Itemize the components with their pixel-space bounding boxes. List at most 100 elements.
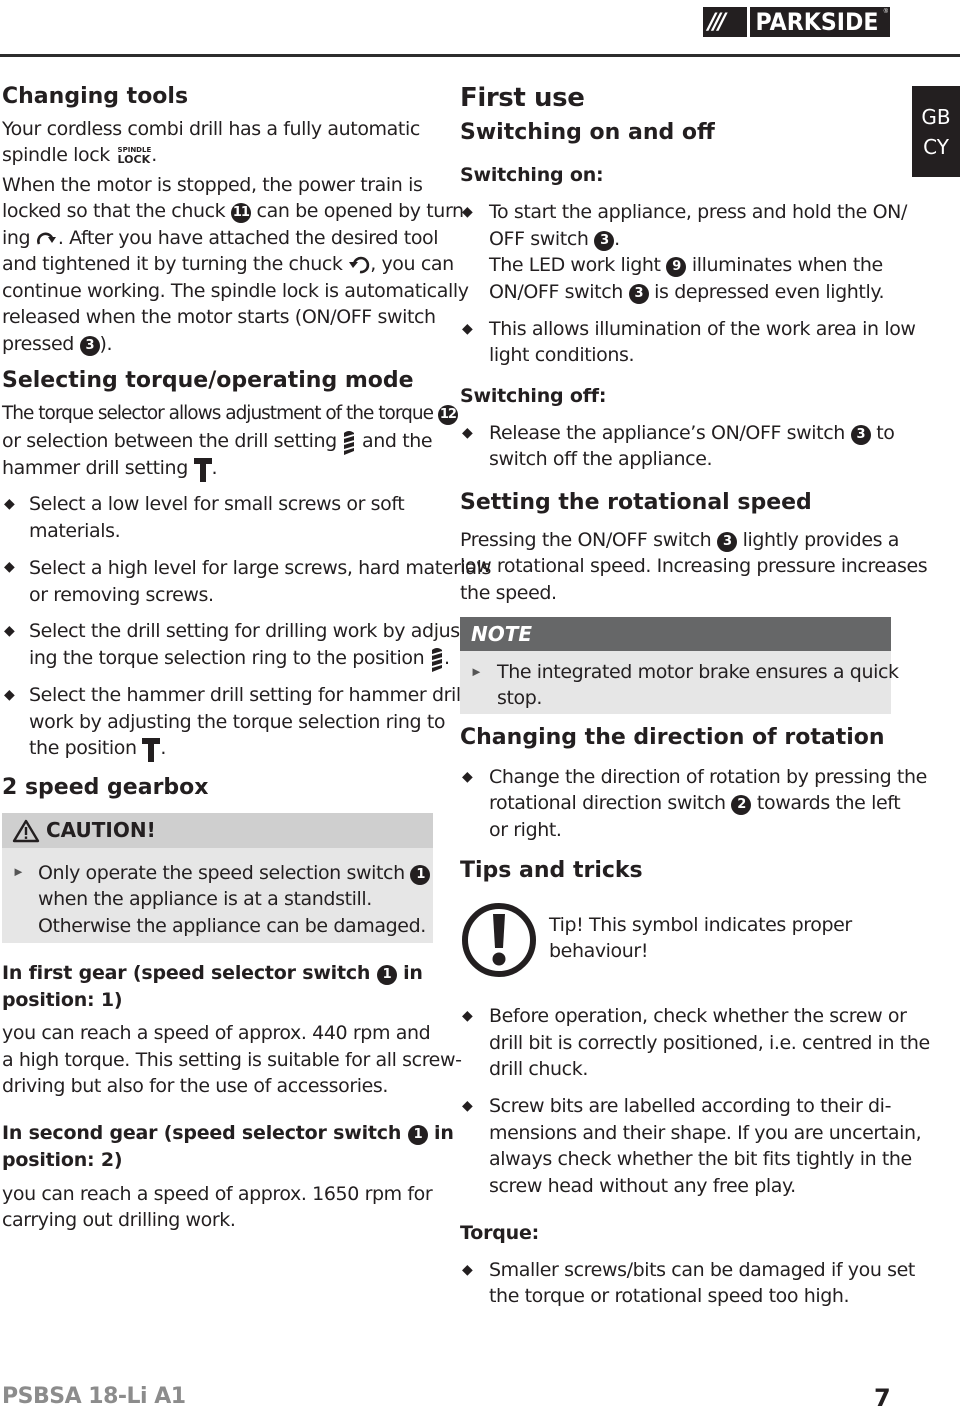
logo-brand: PARKSIDE xyxy=(755,8,879,36)
ref-number-torque: 12 xyxy=(437,405,458,425)
bullet-text: the torque or rotational speed too high. xyxy=(489,1285,850,1307)
ref-number-chuck: 11 xyxy=(230,203,251,223)
heading-rotational-speed: Setting the rotational speed xyxy=(460,490,812,515)
ref-number-speed-switch: 1 xyxy=(407,1125,428,1145)
heading-changing-tools: Changing tools xyxy=(2,84,189,109)
caution-text: Only operate the speed selection switch … xyxy=(38,860,431,887)
caution-text: Otherwise the appliance can be damaged. xyxy=(38,915,426,937)
bullet-text: Select a high level for large screws, ha… xyxy=(29,557,491,579)
text-line: Your cordless combi drill has a fully au… xyxy=(2,118,420,140)
ref-number-on-off-switch: 3 xyxy=(628,284,649,304)
bullet-text: or right. xyxy=(489,819,562,841)
heading-first-use: First use xyxy=(460,83,585,113)
caution-label: CAUTION! xyxy=(46,818,156,842)
heading-switching-on-off: Switching on and off xyxy=(460,120,715,145)
tip-text: behaviour! xyxy=(549,940,649,962)
text-line: ing . After you have attached the desire… xyxy=(2,227,439,249)
bullet-diamond-icon: ◆ xyxy=(462,1097,473,1113)
label-switching-off: Switching off: xyxy=(460,385,607,407)
caution-header: CAUTION! xyxy=(2,813,433,848)
bullet-text: light conditions. xyxy=(489,344,635,366)
ref-number-on-off-switch: 3 xyxy=(594,231,615,251)
footer-model-name: PSBSA 18-Li A1 xyxy=(2,1384,186,1409)
text-line: released when the motor starts (ON/OFF s… xyxy=(2,306,436,328)
label-switching-on: Switching on: xyxy=(460,164,604,186)
heading-tips: Tips and tricks xyxy=(460,858,643,883)
bullet-diamond-icon: ◆ xyxy=(462,320,473,336)
note-box: NOTE ► The integrated motor brake ensure… xyxy=(460,617,899,714)
rotate-clockwise-icon xyxy=(36,232,56,245)
bullet-text: rotational direction switch 2 towards th… xyxy=(489,792,901,815)
bullet-text: always check whether the bit fits tightl… xyxy=(489,1148,912,1170)
bullet-text: OFF switch 3. xyxy=(489,228,620,251)
bullet-diamond-icon: ◆ xyxy=(462,1261,473,1277)
bullet-text: Smaller screws/bits can be damaged if yo… xyxy=(489,1259,915,1281)
bullet-text: drill bit is correctly positioned, i.e. … xyxy=(489,1032,930,1054)
note-label: NOTE xyxy=(471,622,533,646)
text-line: spindle lock SPINDLE LOCK . xyxy=(2,144,157,166)
text-line: you can reach a speed of approx. 440 rpm… xyxy=(2,1022,431,1044)
heading-direction: Changing the direction of rotation xyxy=(460,725,885,750)
caution-box: CAUTION! ► Only operate the speed select… xyxy=(2,813,433,943)
spindle-lock-icon: SPINDLE LOCK xyxy=(117,146,152,166)
bullet-text: switch off the appliance. xyxy=(489,448,713,470)
drill-setting-icon xyxy=(344,430,355,455)
hammer-setting-icon xyxy=(142,737,161,762)
bullet-text: Select a low level for small screws or s… xyxy=(29,493,405,515)
exclamation-circle-icon xyxy=(462,903,536,977)
bullet-diamond-icon: ◆ xyxy=(4,495,15,511)
tip-text: Tip! This symbol indicates proper xyxy=(549,914,852,936)
text-line: a high torque. This setting is suitable … xyxy=(2,1049,462,1071)
heading-first-gear: In first gear (speed selector switch 1 i… xyxy=(2,962,423,985)
hammer-setting-icon xyxy=(193,457,212,482)
caution-text: when the appliance is at a standstill. xyxy=(38,888,372,910)
bullet-diamond-icon: ◆ xyxy=(462,1007,473,1023)
heading-gearbox: 2 speed gearbox xyxy=(2,775,209,800)
bullet-text: materials. xyxy=(29,520,121,542)
header-rule xyxy=(0,54,960,57)
bullet-text: screw head without any free play. xyxy=(489,1175,796,1197)
arrow-right-icon: ► xyxy=(470,664,483,679)
language-tab: GB CY xyxy=(912,86,960,177)
bullet-text: Select the drill setting for drilling wo… xyxy=(29,620,474,642)
ref-number-speed-switch: 1 xyxy=(376,965,397,985)
bullet-text: Change the direction of rotation by pres… xyxy=(489,766,927,788)
ref-number-speed-switch: 1 xyxy=(410,865,431,885)
ref-number-on-off-switch: 3 xyxy=(716,532,737,552)
bullet-text: The LED work light 9 illuminates when th… xyxy=(489,254,883,277)
text-line: The torque selector allows adjustment of… xyxy=(2,403,458,425)
bullet-diamond-icon: ◆ xyxy=(4,622,15,638)
bullet-text: This allows illumination of the work are… xyxy=(489,318,916,340)
registered-mark: ® xyxy=(883,9,888,15)
heading-torque-mode: Selecting torque/operating mode xyxy=(2,368,414,393)
text-line: Pressing the ON/OFF switch 3 lightly pro… xyxy=(460,529,900,552)
text-line: When the motor is stopped, the power tra… xyxy=(2,174,423,196)
ref-number-led: 9 xyxy=(666,257,687,277)
bullet-text: To start the appliance, press and hold t… xyxy=(489,201,907,223)
text-line: hammer drill setting . xyxy=(2,455,218,482)
bullet-diamond-icon: ◆ xyxy=(4,558,15,574)
arrow-right-icon: ► xyxy=(12,864,25,879)
note-text: The integrated motor brake ensures a qui… xyxy=(497,661,899,683)
text-line: and tightened it by turning the chuck , … xyxy=(2,253,454,275)
logo-slashes: /// xyxy=(708,9,726,35)
warning-triangle-icon xyxy=(12,819,40,843)
bullet-text: ON/OFF switch 3 is depressed even lightl… xyxy=(489,281,885,304)
label-torque: Torque: xyxy=(460,1222,540,1244)
bullet-text: ing the torque selection ring to the pos… xyxy=(29,645,450,672)
lang-gb: GB xyxy=(921,105,951,129)
bullet-text: Select the hammer drill setting for hamm… xyxy=(29,684,494,706)
note-header: NOTE xyxy=(460,617,891,651)
text-line: you can reach a speed of approx. 1650 rp… xyxy=(2,1183,433,1205)
ref-number-on-off-switch: 3 xyxy=(850,425,871,445)
parkside-logo: /// PARKSIDE ® xyxy=(703,7,890,37)
drill-setting-icon xyxy=(431,647,443,672)
lang-cy: CY xyxy=(923,135,949,159)
page-number: 7 xyxy=(874,1384,891,1412)
text-line: continue working. The spindle lock is au… xyxy=(2,280,469,302)
bullet-text: work by adjusting the torque selection r… xyxy=(29,711,446,733)
bullet-text: Before operation, check whether the scre… xyxy=(489,1005,907,1027)
bullet-diamond-icon: ◆ xyxy=(462,203,473,219)
text-line: driving but also for the use of accessor… xyxy=(2,1075,389,1097)
text-line: carrying out drilling work. xyxy=(2,1209,236,1231)
